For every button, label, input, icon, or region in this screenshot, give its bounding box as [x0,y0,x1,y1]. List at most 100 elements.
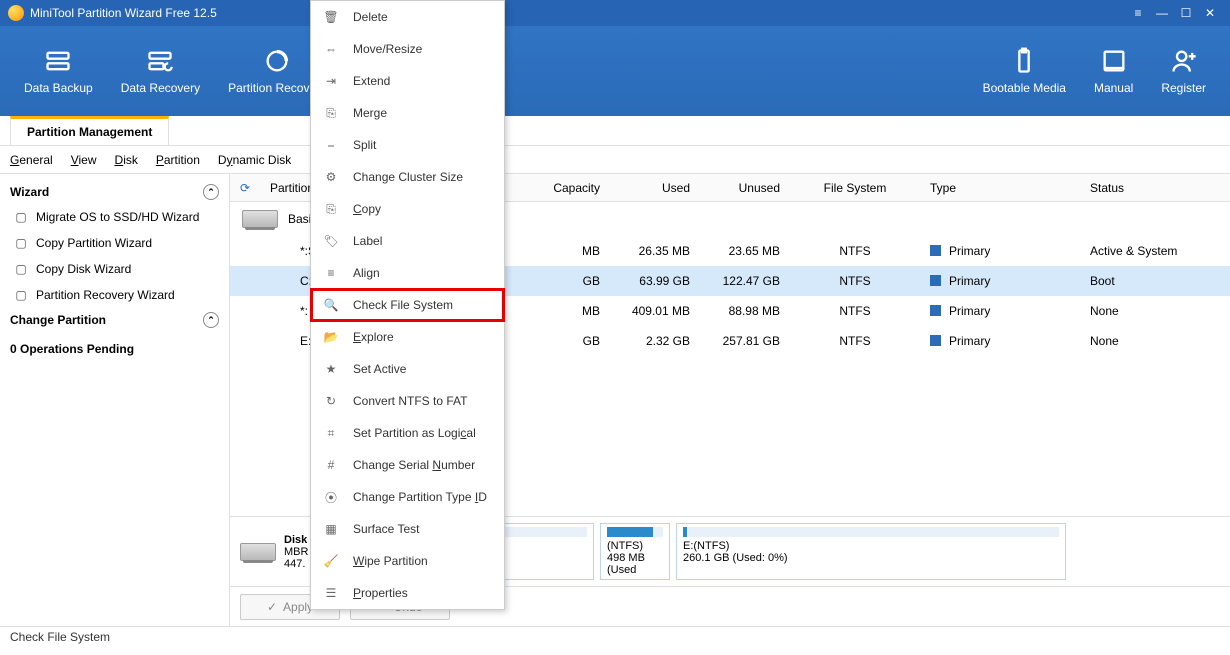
tab-partition-management[interactable]: Partition Management [10,116,169,145]
sidebar-item-label: Migrate OS to SSD/HD Wizard [36,210,199,224]
menu-icon[interactable]: ≡ [1126,6,1150,20]
ctx-item[interactable]: ⇥Extend [311,65,504,97]
col-type[interactable]: Type [920,181,1080,195]
ctx-item[interactable]: ⎯Split [311,129,504,161]
menu-disk[interactable]: Disk [115,153,138,167]
status-bar: Check File System [0,626,1230,648]
ctx-item-label: Align [353,266,380,280]
col-filesystem[interactable]: File System [790,181,920,195]
data-backup-icon [44,47,72,75]
tab-strip: Partition Management [0,116,1230,146]
ctx-item[interactable]: ⎘Copy [311,193,504,225]
chevron-up-icon[interactable]: ⌃ [203,184,219,200]
sidebar-item[interactable]: ▢ Partition Recovery Wizard [10,282,219,308]
ctx-icon: ⎘ [323,201,339,217]
data-recovery-label: Data Recovery [121,81,200,95]
ctx-item-label: Change Serial Number [353,458,475,472]
ctx-item-label: Merge [353,106,387,120]
ctx-item-label: Change Cluster Size [353,170,463,184]
sidebar-item[interactable]: ▢ Copy Partition Wizard [10,230,219,256]
bootable-media-button[interactable]: Bootable Media [969,26,1080,116]
ctx-item[interactable]: ⎘Merge [311,97,504,129]
sidebar-item-label: Partition Recovery Wizard [36,288,175,302]
partition-bar[interactable]: E:(NTFS)260.1 GB (Used: 0%) [676,523,1066,580]
ctx-icon: ↻ [323,393,339,409]
operations-pending: 0 Operations Pending [10,332,219,356]
wizard-icon: ▢ [14,210,28,224]
ctx-item[interactable]: 🏷Label [311,225,504,257]
ctx-item[interactable]: 🧹 Wipe Partition [311,545,504,577]
ctx-item-label: Split [353,138,376,152]
ctx-icon: ⌗ [323,425,339,441]
close-button[interactable]: ✕ [1198,6,1222,20]
change-partition-label: Change Partition [10,313,106,327]
bootable-media-label: Bootable Media [983,81,1066,95]
ctx-icon: ⚙ [323,169,339,185]
ctx-item[interactable]: ★ Set Active [311,353,504,385]
manual-button[interactable]: Manual [1080,26,1147,116]
menu-partition[interactable]: Partition [156,153,200,167]
wizard-icon: ▢ [14,236,28,250]
manual-label: Manual [1094,81,1133,95]
partition-bar[interactable]: (NTFS)498 MB (Used [600,523,670,580]
ctx-item[interactable]: ↻ Convert NTFS to FAT [311,385,504,417]
app-title: MiniTool Partition Wizard Free 12.5 [30,6,217,20]
register-button[interactable]: Register [1147,26,1220,116]
sidebar-item-label: Copy Disk Wizard [36,262,131,276]
data-backup-button[interactable]: Data Backup [10,26,107,116]
ctx-icon: ⇥ [323,73,339,89]
ctx-item-label: Convert NTFS to FAT [353,394,467,408]
sidebar-item[interactable]: ▢ Migrate OS to SSD/HD Wizard [10,204,219,230]
menu-dynamic-disk[interactable]: Dynamic Disk [218,153,291,167]
ctx-icon: ☰ [323,585,339,601]
app-logo-icon [8,5,24,21]
minimize-button[interactable]: — [1150,6,1174,20]
refresh-icon[interactable]: ⟳ [230,181,260,195]
ctx-item[interactable]: 📂Explore [311,321,504,353]
chevron-up-icon[interactable]: ⌃ [203,312,219,328]
change-partition-header[interactable]: Change Partition ⌃ [10,308,219,332]
ctx-item[interactable]: 🔍Check File System [311,289,504,321]
ctx-item[interactable]: # Change Serial Number [311,449,504,481]
wizard-icon: ▢ [14,262,28,276]
book-icon [1100,47,1128,75]
menu-view[interactable]: View [71,153,97,167]
col-used[interactable]: Used [610,181,700,195]
ctx-item[interactable]: ⚙ Change Cluster Size [311,161,504,193]
ctx-icon: ≡ [323,265,339,281]
ctx-item[interactable]: ⇔Move/Resize [311,33,504,65]
user-plus-icon [1170,47,1198,75]
disk-icon [240,543,276,561]
ctx-icon: ▦ [323,521,339,537]
usb-icon [1010,47,1038,75]
ctx-item-label: Set Active [353,362,406,376]
sidebar-item-label: Copy Partition Wizard [36,236,152,250]
ctx-icon: ★ [323,361,339,377]
context-menu: 🗑Delete⇔Move/Resize⇥Extend⎘Merge⎯Split⚙C… [310,0,505,610]
ctx-item-label: Change Partition Type ID [353,490,487,504]
ctx-icon: 🧹 [323,553,339,569]
ctx-item[interactable]: ≡ Align [311,257,504,289]
ctx-item[interactable]: ▦Surface Test [311,513,504,545]
menu-general[interactable]: General [10,153,53,167]
titlebar: MiniTool Partition Wizard Free 12.5 ≡ — … [0,0,1230,26]
ctx-item-label: Check File System [353,298,453,312]
ctx-item[interactable]: ⦿Change Partition Type ID [311,481,504,513]
ctx-item[interactable]: ☰Properties [311,577,504,609]
partition-recovery-icon [263,47,291,75]
wizard-icon: ▢ [14,288,28,302]
data-recovery-button[interactable]: Data Recovery [107,26,214,116]
wizard-header[interactable]: Wizard ⌃ [10,180,219,204]
ctx-item[interactable]: 🗑Delete [311,1,504,33]
ctx-item-label: Wipe Partition [353,554,428,568]
sidebar-item[interactable]: ▢ Copy Disk Wizard [10,256,219,282]
disk-icon [242,210,278,228]
ctx-item[interactable]: ⌗Set Partition as Logical [311,417,504,449]
ctx-icon: # [323,457,339,473]
maximize-button[interactable]: ☐ [1174,6,1198,20]
ctx-icon: 📂 [323,329,339,345]
main-toolbar: Data Backup Data Recovery Partition Reco… [0,26,1230,116]
col-capacity[interactable]: Capacity [525,181,610,195]
col-status[interactable]: Status [1080,181,1230,195]
col-unused[interactable]: Unused [700,181,790,195]
